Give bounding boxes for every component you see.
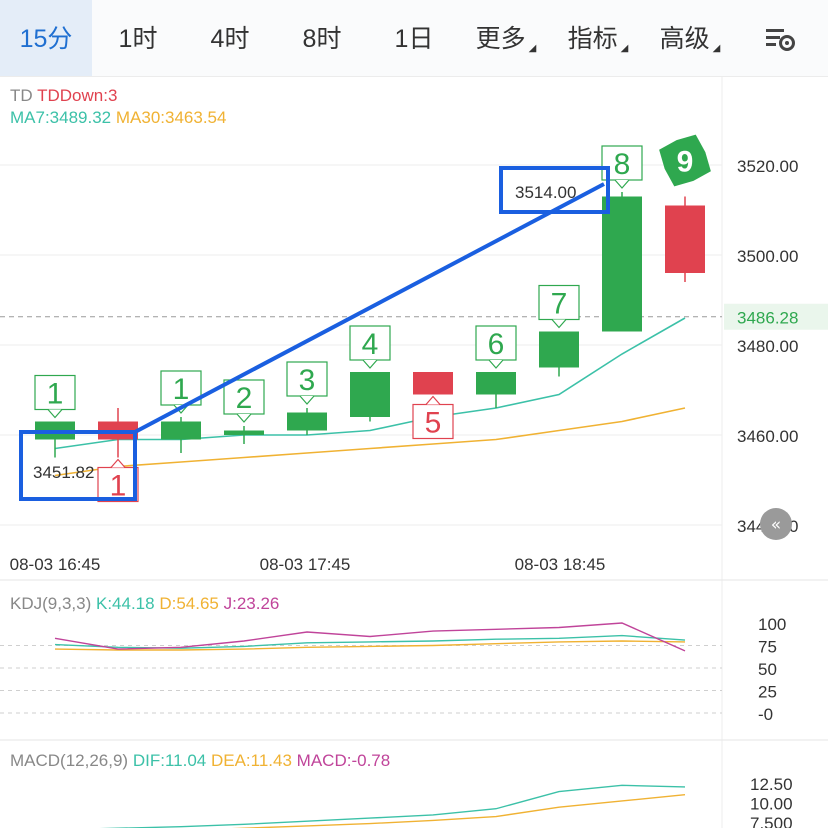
kdj-d-value: D:54.65 — [159, 594, 219, 613]
tab-0[interactable]: 15分 — [0, 0, 92, 76]
macd-title: MACD(12,26,9) — [10, 751, 129, 770]
dropdown-caret-icon: ◢ — [528, 43, 537, 54]
macd-axis-label: 7.500 — [750, 814, 793, 828]
price-axis-label: 3520.00 — [737, 157, 798, 176]
kdj-legend: KDJ(9,3,3) K:44.18 D:54.65 J:23.26 — [10, 594, 279, 614]
dropdown-caret-icon: ◢ — [620, 43, 629, 54]
td-count-pointer — [425, 395, 441, 405]
tab-label: 1时 — [118, 25, 158, 53]
tab-1[interactable]: 1时 — [92, 0, 184, 76]
ma7-value: MA7:3489.32 — [10, 108, 112, 127]
td-count-label: 2 — [236, 382, 253, 415]
candle-body — [350, 372, 390, 417]
td-count-pointer — [614, 179, 630, 189]
time-axis-label: 08-03 16:45 — [10, 555, 101, 574]
td-count-label: 8 — [614, 148, 631, 181]
td-count-label: 9 — [677, 146, 694, 179]
tab-label: 高级 — [659, 25, 710, 53]
price-axis-label: 3500.00 — [737, 247, 798, 266]
td-count-label: 7 — [551, 288, 568, 321]
td-count-label: 6 — [488, 328, 505, 361]
dropdown-caret-icon: ◢ — [712, 43, 721, 54]
candle-body — [287, 412, 327, 431]
candle-body — [413, 372, 453, 395]
td-count-pointer — [236, 413, 252, 423]
tab-2[interactable]: 4时 — [184, 0, 276, 76]
candle-body — [161, 421, 201, 440]
macd-axis-label: 12.50 — [750, 775, 793, 794]
chart-settings-icon[interactable] — [762, 22, 798, 54]
kdj-title: KDJ(9,3,3) — [10, 594, 92, 613]
candle-body — [224, 430, 264, 435]
td-count-pointer — [110, 458, 126, 468]
td-count-label: 1 — [173, 373, 190, 406]
kdj-k-value: K:44.18 — [95, 594, 155, 613]
macd-dea-value: DEA:11.43 — [210, 751, 292, 770]
td-count-pointer — [551, 319, 567, 329]
macd-legend: MACD(12,26,9) DIF:11.04 DEA:11.43 MACD:-… — [10, 751, 390, 771]
macd-hist-value: MACD:-0.78 — [296, 751, 391, 770]
kdj-axis-label: -0 — [758, 705, 773, 724]
td-count-label: 1 — [47, 378, 64, 411]
price-axis-label: 3480.00 — [737, 337, 798, 356]
macd-dif-value: DIF:11.04 — [132, 751, 207, 770]
td-value: TDDown:3 — [37, 86, 118, 105]
candle-body — [539, 331, 579, 368]
time-axis-label: 08-03 17:45 — [260, 555, 351, 574]
low-price-label: 3451.82 — [33, 463, 94, 482]
tab-label: 1日 — [394, 25, 434, 53]
td-count-pointer — [362, 359, 378, 369]
tab-3[interactable]: 8时 — [276, 0, 368, 76]
kdj-axis-label: 100 — [758, 615, 786, 634]
tab-6[interactable]: 指标 ◢ — [552, 0, 644, 76]
td-title: TD — [10, 86, 33, 105]
timeframe-tab-bar: 15分 1时 4时 8时 1日 更多 ◢ 指标 ◢ 高级 ◢ — [0, 0, 828, 77]
macd-axis-label: 10.00 — [750, 795, 793, 814]
macd-dif-line — [99, 784, 686, 828]
tab-label: 4时 — [210, 25, 250, 53]
td-count-label: 3 — [299, 364, 316, 397]
price-axis-label: 3460.00 — [737, 427, 798, 446]
tab-label: 更多 — [475, 25, 526, 53]
td-indicator-label: TD TDDown:3 — [10, 86, 117, 106]
tab-4[interactable]: 1日 — [368, 0, 460, 76]
td-count-pointer — [47, 409, 63, 419]
td-count-pointer — [488, 359, 504, 369]
kdj-axis-label: 75 — [758, 638, 777, 657]
tab-label: 指标 — [567, 25, 618, 53]
tab-7[interactable]: 高级 ◢ — [644, 0, 736, 76]
candle-body — [665, 205, 705, 273]
candlestick-chart[interactable]: 3520.003500.003480.003460.003440.003486.… — [0, 77, 828, 828]
tab-label: 15分 — [19, 25, 73, 53]
tab-label: 8时 — [302, 25, 342, 53]
ma-legend: MA7:3489.32 MA30:3463.54 — [10, 108, 226, 128]
scroll-latest-glyph: « — [771, 515, 781, 535]
td-count-pointer — [299, 395, 315, 405]
ma30-value: MA30:3463.54 — [115, 108, 227, 127]
kdj-axis-label: 50 — [758, 660, 777, 679]
last-price-label: 3486.28 — [737, 309, 798, 328]
high-price-label: 3514.00 — [515, 183, 576, 202]
td-count-label: 5 — [425, 407, 442, 440]
candle-body — [602, 196, 642, 332]
candle-body — [476, 372, 516, 395]
kdj-axis-label: 25 — [758, 683, 777, 702]
td-count-label: 4 — [362, 328, 379, 361]
time-axis-label: 08-03 18:45 — [515, 555, 606, 574]
macd-dea-line — [231, 794, 686, 828]
kdj-j-value: J:23.26 — [223, 594, 280, 613]
tab-5[interactable]: 更多 ◢ — [460, 0, 552, 76]
